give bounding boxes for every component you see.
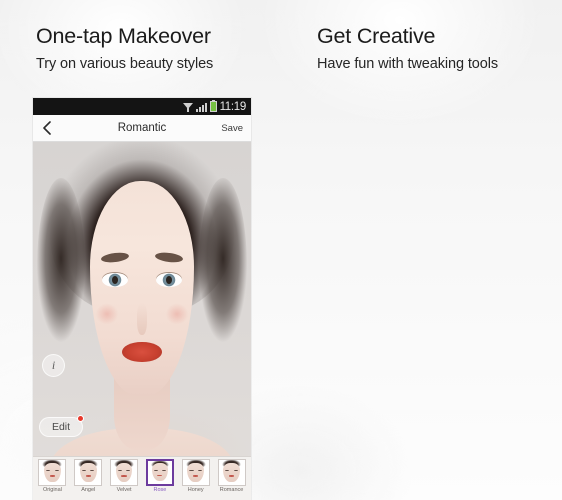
page-title: Get Creative xyxy=(317,24,436,48)
battery-icon xyxy=(209,99,217,112)
phone-mockup-left: 11:19 Romantic Save i Edit Original Ange… xyxy=(33,98,251,500)
hair-side-right xyxy=(198,177,247,357)
status-time: 11:19 xyxy=(219,100,247,113)
style-thumbnail-image xyxy=(38,458,67,486)
info-button[interactable]: i xyxy=(42,354,65,377)
app-bar-title: Romantic xyxy=(117,122,167,134)
edit-button[interactable]: Edit xyxy=(39,415,84,437)
page-subtitle: Have fun with tweaking tools xyxy=(317,56,498,72)
style-thumbnail-image xyxy=(110,458,139,486)
style-thumbnail[interactable]: Romance xyxy=(214,458,249,499)
style-thumbnail-label: Romance xyxy=(219,486,244,493)
save-button[interactable]: Save xyxy=(221,123,243,134)
style-thumbnail-image xyxy=(74,458,103,486)
style-thumbnail-label: Rose xyxy=(153,486,167,493)
style-thumbnail-label: Honey xyxy=(187,486,204,493)
panel-one-tap-makeover: One-tap Makeover Try on various beauty s… xyxy=(0,0,281,500)
pupil-left xyxy=(111,275,118,284)
style-thumbnail-label: Angel xyxy=(81,486,96,493)
style-thumbnail-image xyxy=(145,458,174,486)
page-title: One-tap Makeover xyxy=(36,24,211,48)
style-thumbnail-image xyxy=(217,458,246,486)
page-subtitle: Try on various beauty styles xyxy=(36,56,214,72)
nose-region xyxy=(136,303,148,336)
style-thumbnail[interactable]: Angel xyxy=(71,458,106,499)
app-bar: Romantic Save xyxy=(33,115,251,142)
signal-bars-icon xyxy=(195,102,207,112)
style-thumbnail-label: Velvet xyxy=(116,486,132,493)
style-thumbnail[interactable]: Honey xyxy=(178,458,213,499)
hair-side-left xyxy=(37,177,86,357)
wifi-icon xyxy=(182,102,193,112)
status-bar: 11:19 xyxy=(33,98,251,115)
edit-button-label: Edit xyxy=(51,421,71,433)
style-thumbnail-image xyxy=(181,458,210,486)
style-thumbnail[interactable]: Velvet xyxy=(107,458,142,499)
eye-left xyxy=(101,272,128,287)
style-thumbnail-selected[interactable]: Rose xyxy=(142,458,177,499)
notification-dot-icon xyxy=(77,415,84,422)
style-thumbnail[interactable]: Original xyxy=(35,458,70,499)
blush-left xyxy=(91,299,123,329)
panel-get-creative: Get Creative Have fun with tweaking tool… xyxy=(281,0,562,500)
pupil-right xyxy=(166,275,173,284)
blush-right xyxy=(161,299,193,329)
back-chevron-icon[interactable] xyxy=(33,115,59,142)
eye-right xyxy=(156,272,183,287)
photo-canvas[interactable]: i Edit B|A xyxy=(33,142,251,500)
style-thumbnail-label: Original xyxy=(42,486,62,493)
style-thumbnail-strip[interactable]: Original Angel Velvet Rose Honey Romance xyxy=(33,456,251,500)
lips-region xyxy=(122,342,162,363)
